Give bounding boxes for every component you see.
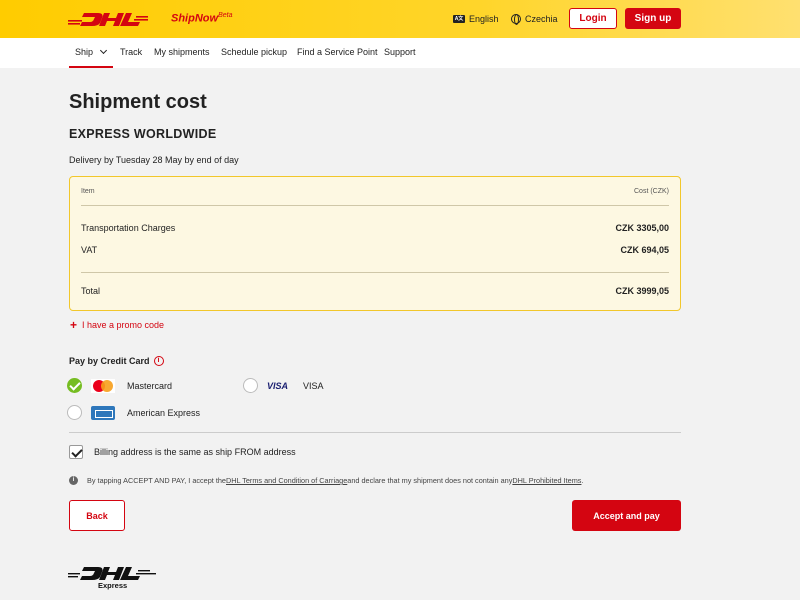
mastercard-logo bbox=[91, 378, 115, 393]
nav-ship[interactable]: Ship bbox=[75, 46, 108, 57]
cost-header-item: Item bbox=[81, 188, 95, 195]
login-button[interactable]: Login bbox=[569, 8, 617, 29]
promo-label: I have a promo code bbox=[82, 320, 165, 330]
signup-button[interactable]: Sign up bbox=[625, 8, 681, 29]
shipnow-brand: ShipNowBeta bbox=[171, 12, 233, 25]
cost-row-label: Transportation Charges bbox=[81, 223, 176, 233]
cost-row-value: CZK 3305,00 bbox=[615, 223, 669, 233]
translate-icon: A文 bbox=[453, 15, 465, 23]
prohibited-items-link[interactable]: DHL Prohibited Items bbox=[512, 476, 581, 485]
active-nav-indicator bbox=[69, 66, 113, 68]
dhl-express-logo: Express bbox=[68, 567, 156, 590]
nav-my-shipments[interactable]: My shipments bbox=[154, 47, 210, 57]
payment-option-amex[interactable]: American Express bbox=[67, 405, 200, 420]
dhl-logo[interactable] bbox=[68, 11, 148, 27]
radio-selected[interactable] bbox=[67, 378, 82, 393]
terms-notice: i By tapping ACCEPT AND PAY, I accept th… bbox=[69, 476, 583, 485]
info-icon[interactable]: i bbox=[153, 356, 164, 366]
svg-text:Express: Express bbox=[98, 581, 127, 590]
delivery-estimate: Delivery by Tuesday 28 May by end of day bbox=[69, 155, 239, 165]
amex-logo bbox=[91, 405, 115, 420]
country-label: Czechia bbox=[525, 14, 558, 24]
main-nav: Ship Track My shipments Schedule pickup … bbox=[0, 38, 800, 68]
product-name: EXPRESS WORLDWIDE bbox=[69, 127, 217, 141]
back-button[interactable]: Back bbox=[69, 500, 125, 531]
billing-same-checkbox-row[interactable]: Billing address is the same as ship FROM… bbox=[69, 445, 296, 459]
divider bbox=[81, 205, 669, 206]
chevron-down-icon bbox=[99, 46, 108, 55]
payment-option-mastercard[interactable]: Mastercard bbox=[67, 378, 172, 393]
payment-option-label: American Express bbox=[127, 407, 201, 418]
info-icon: i bbox=[69, 476, 78, 485]
top-header: ShipNowBeta A文 English Czechia Login Sig… bbox=[0, 0, 800, 38]
promo-code-link[interactable]: + I have a promo code bbox=[70, 318, 165, 332]
payment-option-visa[interactable]: VISA VISA bbox=[243, 378, 324, 393]
billing-label: Billing address is the same as ship FROM… bbox=[94, 447, 296, 457]
cost-summary: Item Cost (CZK) Transportation Charges C… bbox=[69, 176, 681, 311]
language-selector[interactable]: A文 English bbox=[453, 14, 499, 24]
country-selector[interactable]: Czechia bbox=[511, 14, 558, 25]
radio-unselected[interactable] bbox=[67, 405, 82, 420]
divider bbox=[69, 432, 681, 433]
payment-section-title: Pay by Credit Card i bbox=[69, 356, 164, 366]
payment-option-label: VISA bbox=[303, 380, 324, 391]
radio-unselected[interactable] bbox=[243, 378, 258, 393]
cost-header-cost: Cost (CZK) bbox=[634, 188, 669, 195]
cost-row-value: CZK 694,05 bbox=[620, 245, 669, 255]
page-title: Shipment cost bbox=[69, 91, 207, 113]
terms-link[interactable]: DHL Terms and Condition of Carriage bbox=[226, 476, 347, 485]
nav-schedule-pickup[interactable]: Schedule pickup bbox=[221, 47, 287, 57]
payment-option-label: Mastercard bbox=[127, 380, 173, 391]
visa-logo: VISA bbox=[267, 380, 289, 391]
nav-track[interactable]: Track bbox=[120, 47, 142, 57]
total-label: Total bbox=[81, 286, 101, 296]
language-label: English bbox=[469, 14, 499, 24]
billing-checkbox[interactable] bbox=[69, 445, 83, 459]
globe-icon bbox=[511, 14, 521, 25]
nav-find-service-point[interactable]: Find a Service Point bbox=[297, 47, 378, 57]
plus-icon: + bbox=[70, 318, 78, 332]
accept-and-pay-button[interactable]: Accept and pay bbox=[572, 500, 681, 531]
total-value: CZK 3999,05 bbox=[615, 286, 669, 296]
divider bbox=[81, 272, 669, 273]
cost-row-label: VAT bbox=[81, 245, 98, 255]
nav-support[interactable]: Support bbox=[384, 47, 416, 57]
